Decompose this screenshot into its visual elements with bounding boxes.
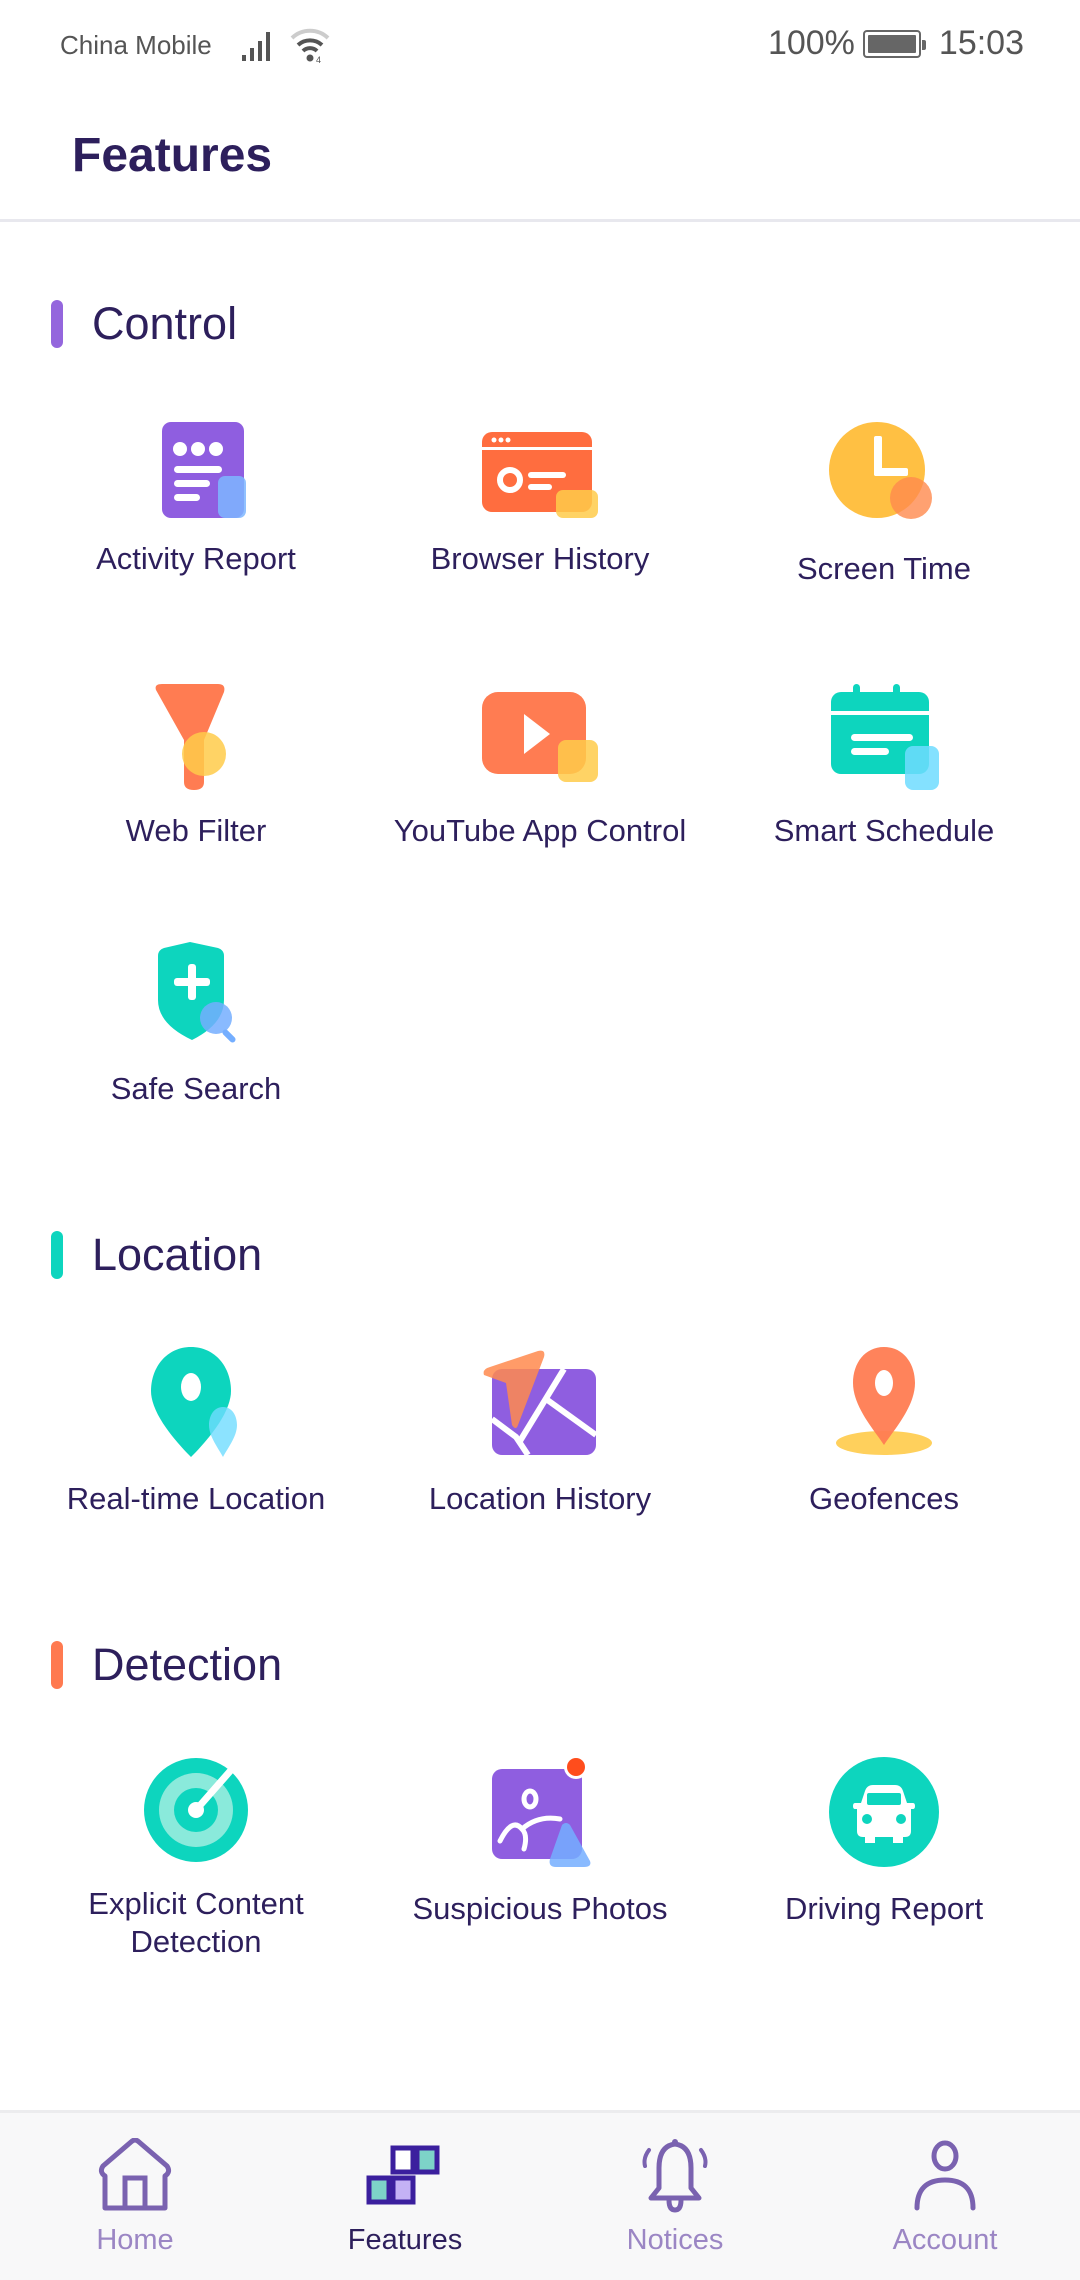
- section-accent-bar: [51, 1641, 63, 1689]
- browser-history-icon: [482, 432, 598, 518]
- feature-label: Activity Report: [96, 541, 296, 576]
- feature-label: Explicit Content Detection: [88, 1886, 304, 1959]
- feature-explicit-content-detection[interactable]: Explicit Content Detection: [26, 1755, 366, 1961]
- nav-label: Notices: [626, 2224, 724, 2256]
- safe-search-icon: [158, 942, 236, 1043]
- nav-label: Home: [96, 2224, 174, 2256]
- youtube-app-control-icon: [482, 692, 598, 782]
- feature-label: Smart Schedule: [773, 813, 995, 848]
- activity-report-icon: [162, 422, 246, 518]
- geofences-icon: [836, 1347, 932, 1455]
- driving-report-icon: [828, 1757, 939, 1867]
- feature-browser-history[interactable]: Browser History: [370, 420, 710, 578]
- feature-web-filter[interactable]: Web Filter: [26, 682, 366, 850]
- feature-label: Location History: [428, 1481, 652, 1516]
- feature-label: Safe Search: [110, 1071, 282, 1106]
- screen-time-icon: [829, 422, 932, 519]
- feature-suspicious-photos[interactable]: Suspicious Photos: [370, 1755, 710, 1928]
- feature-label: Real-time Location: [66, 1481, 326, 1516]
- status-right: 100% 15:03: [768, 24, 1024, 63]
- signal-icon: [242, 32, 270, 61]
- location-history-icon: [483, 1350, 598, 1457]
- battery-percent: 100%: [767, 24, 855, 62]
- nav-label: Account: [892, 2224, 998, 2256]
- feature-safe-search[interactable]: Safe Search: [26, 940, 366, 1108]
- svg-text:4: 4: [316, 55, 321, 64]
- section-location-header: Location: [51, 1229, 263, 1280]
- feature-label: Geofences: [809, 1481, 959, 1516]
- feature-activity-report[interactable]: Activity Report: [26, 420, 366, 578]
- feature-realtime-location[interactable]: Real-time Location: [26, 1345, 366, 1518]
- explicit-content-detection-icon: [144, 1757, 248, 1862]
- feature-label: Driving Report: [784, 1891, 984, 1926]
- feature-label: Suspicious Photos: [412, 1891, 668, 1926]
- status-bar: China Mobile 4 100% 15:03: [0, 0, 1080, 90]
- feature-label: YouTube App Control: [393, 813, 687, 848]
- feature-driving-report[interactable]: Driving Report: [714, 1755, 1054, 1928]
- nav-label: Features: [347, 2224, 463, 2256]
- battery-icon: [862, 29, 926, 58]
- feature-label: Web Filter: [125, 813, 267, 848]
- bell-icon: [642, 2139, 708, 2213]
- feature-smart-schedule[interactable]: Smart Schedule: [714, 682, 1054, 850]
- realtime-location-icon: [151, 1347, 237, 1457]
- feature-label: Screen Time: [796, 551, 971, 586]
- feature-youtube-app-control[interactable]: YouTube App Control: [370, 682, 710, 850]
- features-icon: [366, 2145, 440, 2205]
- carrier-name: China Mobile: [60, 30, 212, 60]
- web-filter-icon: [155, 684, 226, 790]
- nav-notices[interactable]: Notices: [540, 2113, 810, 2280]
- wifi-icon: 4: [290, 28, 330, 64]
- suspicious-photos-icon: [492, 1755, 591, 1867]
- feature-screen-time[interactable]: Screen Time: [714, 420, 1054, 588]
- section-title: Detection: [92, 1639, 283, 1690]
- section-title: Control: [92, 298, 238, 349]
- clock: 15:03: [938, 24, 1024, 62]
- nav-features[interactable]: Features: [270, 2113, 540, 2280]
- section-accent-bar: [51, 1231, 63, 1279]
- feature-location-history[interactable]: Location History: [370, 1345, 710, 1518]
- section-title: Location: [92, 1229, 263, 1280]
- section-accent-bar: [51, 300, 63, 348]
- nav-home[interactable]: Home: [0, 2113, 270, 2280]
- bottom-nav: Home Features Notices Account: [0, 2110, 1080, 2280]
- feature-label: Browser History: [430, 541, 650, 576]
- smart-schedule-icon: [831, 684, 939, 790]
- section-detection-header: Detection: [51, 1639, 283, 1690]
- home-icon: [98, 2138, 172, 2211]
- app-header: Features: [0, 90, 1080, 222]
- section-control-header: Control: [51, 298, 238, 349]
- person-icon: [914, 2140, 976, 2211]
- nav-account[interactable]: Account: [810, 2113, 1080, 2280]
- feature-geofences[interactable]: Geofences: [714, 1345, 1054, 1518]
- page-title: Features: [72, 129, 273, 182]
